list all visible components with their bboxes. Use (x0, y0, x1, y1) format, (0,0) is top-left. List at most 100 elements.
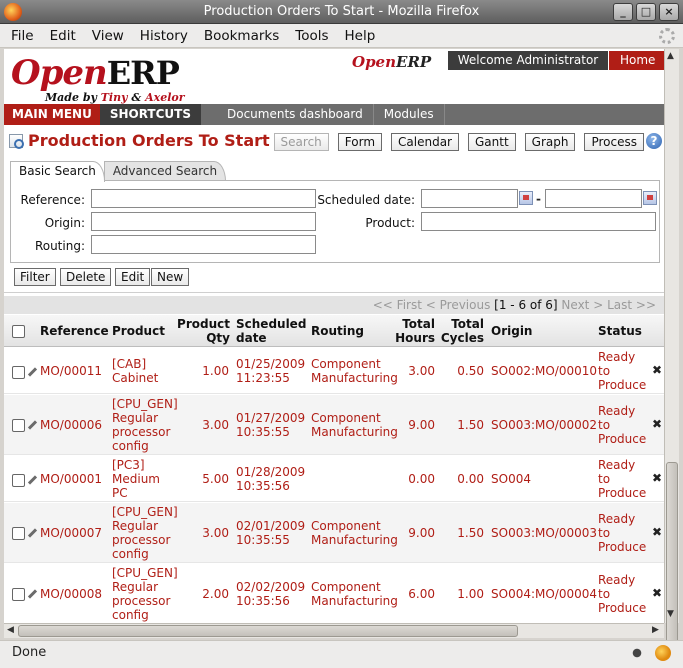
view-process-button[interactable]: Process (584, 133, 644, 151)
reference-input[interactable] (91, 189, 316, 208)
edit-row-icon[interactable] (27, 589, 37, 599)
delete-row-icon[interactable]: ✖ (652, 586, 662, 600)
edit-button[interactable]: Edit (115, 268, 151, 286)
cell-reference[interactable]: MO/00007 (40, 526, 102, 540)
horizontal-scrollbar[interactable]: ◀ ▶ (4, 623, 664, 638)
col-status[interactable]: Status (598, 324, 642, 338)
calendar-icon[interactable] (519, 191, 533, 205)
col-scheduled-date[interactable]: Scheduled date (236, 317, 306, 345)
delete-row-icon[interactable]: ✖ (652, 417, 662, 431)
cell-reference[interactable]: MO/00008 (40, 587, 102, 601)
table-row[interactable]: MO/00008 [CPU_GEN] Regular processor config… (4, 564, 664, 623)
vertical-scrollbar[interactable]: ▲ ▼ (664, 49, 679, 658)
edit-row-icon[interactable] (27, 475, 37, 485)
welcome-user: Welcome Administrator (448, 51, 608, 70)
page-title: Production Orders To Start (28, 131, 270, 150)
view-search-button[interactable]: Search (273, 133, 329, 151)
minimize-button[interactable]: _ (613, 3, 633, 21)
col-total-cycles[interactable]: Total Cycles (440, 317, 484, 345)
row-checkbox[interactable] (12, 419, 25, 432)
cell-reference[interactable]: MO/00011 (40, 364, 102, 378)
scroll-up-arrow-icon[interactable]: ▲ (667, 51, 674, 61)
cell-routing: Component Manufacturing (311, 411, 398, 439)
product-input[interactable] (421, 212, 656, 231)
cell-reference[interactable]: MO/00001 (40, 472, 102, 486)
cell-product: [CPU_GEN] Regular processor config (112, 397, 178, 453)
horizontal-scroll-thumb[interactable] (18, 625, 518, 637)
col-product[interactable]: Product (112, 324, 165, 338)
routing-label: Routing: (34, 239, 85, 253)
select-all-checkbox[interactable] (12, 325, 25, 338)
view-graph-button[interactable]: Graph (524, 133, 576, 151)
pager-last[interactable]: Last >> (607, 298, 656, 312)
grid-header: Reference Product Product Qty Scheduled da… (4, 315, 664, 347)
table-row[interactable]: MO/00001 [PC3] Medium PC 5.00 01/28/2009 10… (4, 456, 664, 502)
view-calendar-button[interactable]: Calendar (391, 133, 459, 151)
menu-tools[interactable]: Tools (287, 28, 336, 44)
home-link[interactable]: Home (609, 51, 664, 70)
scheduled-date-to-input[interactable] (545, 189, 642, 208)
cell-qty: 3.00 (202, 526, 229, 540)
col-origin[interactable]: Origin (491, 324, 532, 338)
edit-row-icon[interactable] (27, 367, 37, 377)
scroll-right-arrow-icon[interactable]: ▶ (652, 625, 659, 635)
view-gantt-button[interactable]: Gantt (467, 133, 516, 151)
row-checkbox[interactable] (12, 366, 25, 379)
close-button[interactable]: × (659, 3, 679, 21)
delete-row-icon[interactable]: ✖ (652, 525, 662, 539)
row-checkbox[interactable] (12, 474, 25, 487)
delete-row-icon[interactable]: ✖ (652, 471, 662, 485)
pager: << First < Previous [1 - 6 of 6] Next > … (4, 296, 664, 314)
scroll-left-arrow-icon[interactable]: ◀ (7, 625, 14, 635)
col-routing[interactable]: Routing (311, 324, 364, 338)
menu-edit[interactable]: Edit (42, 28, 84, 44)
table-row[interactable]: MO/00011 [CAB] Cabinet 1.00 01/25/2009 11:… (4, 348, 664, 394)
menu-view[interactable]: View (84, 28, 132, 44)
table-row[interactable]: MO/00006 [CPU_GEN] Regular processor config… (4, 395, 664, 455)
scheduled-date-from-input[interactable] (421, 189, 518, 208)
menu-help[interactable]: Help (337, 28, 384, 44)
edit-row-icon[interactable] (27, 528, 37, 538)
shortcuts-tab[interactable]: SHORTCUTS (99, 104, 201, 125)
shortcut-modules[interactable]: Modules (374, 104, 445, 125)
col-product-qty[interactable]: Product Qty (174, 317, 230, 345)
cell-status: Ready to Produce (598, 512, 647, 554)
tab-advanced-search[interactable]: Advanced Search (103, 161, 227, 181)
bug-icon[interactable] (629, 645, 645, 661)
help-icon[interactable]: ? (646, 133, 662, 149)
row-checkbox[interactable] (12, 588, 25, 601)
shortcut-documents-dashboard[interactable]: Documents dashboard (201, 104, 374, 125)
pager-first[interactable]: << First (373, 298, 422, 312)
cell-origin: SO003:MO/00002 (491, 418, 598, 432)
filter-button[interactable]: Filter (14, 268, 56, 286)
cell-total-hours: 0.00 (408, 472, 435, 486)
delete-button[interactable]: Delete (60, 268, 112, 286)
col-reference[interactable]: Reference (40, 324, 109, 338)
menu-history[interactable]: History (132, 28, 196, 44)
edit-row-icon[interactable] (27, 420, 37, 430)
table-row[interactable]: MO/00007 [CPU_GEN] Regular processor config… (4, 503, 664, 563)
calendar-icon[interactable] (643, 191, 657, 205)
row-checkbox[interactable] (12, 527, 25, 540)
menu-bookmarks[interactable]: Bookmarks (196, 28, 287, 44)
menu-file[interactable]: File (4, 28, 42, 44)
pager-previous[interactable]: < Previous (426, 298, 491, 312)
new-button[interactable]: New (151, 268, 190, 286)
cell-reference[interactable]: MO/00006 (40, 418, 102, 432)
delete-row-icon[interactable]: ✖ (652, 363, 662, 377)
scroll-down-arrow-icon[interactable]: ▼ (667, 609, 674, 619)
throbber-icon (659, 28, 675, 44)
routing-input[interactable] (91, 235, 316, 254)
col-total-hours[interactable]: Total Hours (390, 317, 435, 345)
vertical-scroll-thumb[interactable] (666, 462, 678, 658)
openerp-logo[interactable]: OpenERP Made by Tiny & Axelor (11, 53, 185, 104)
maximize-button[interactable]: □ (636, 3, 656, 21)
logo-erp-text: ERP (106, 54, 180, 92)
cell-status: Ready to Produce (598, 573, 647, 615)
tab-basic-search[interactable]: Basic Search (10, 161, 105, 182)
pager-next[interactable]: Next > (561, 298, 603, 312)
origin-input[interactable] (91, 212, 316, 231)
main-menu-tab[interactable]: MAIN MENU (4, 104, 100, 125)
view-form-button[interactable]: Form (337, 133, 383, 151)
update-icon[interactable] (655, 645, 671, 661)
